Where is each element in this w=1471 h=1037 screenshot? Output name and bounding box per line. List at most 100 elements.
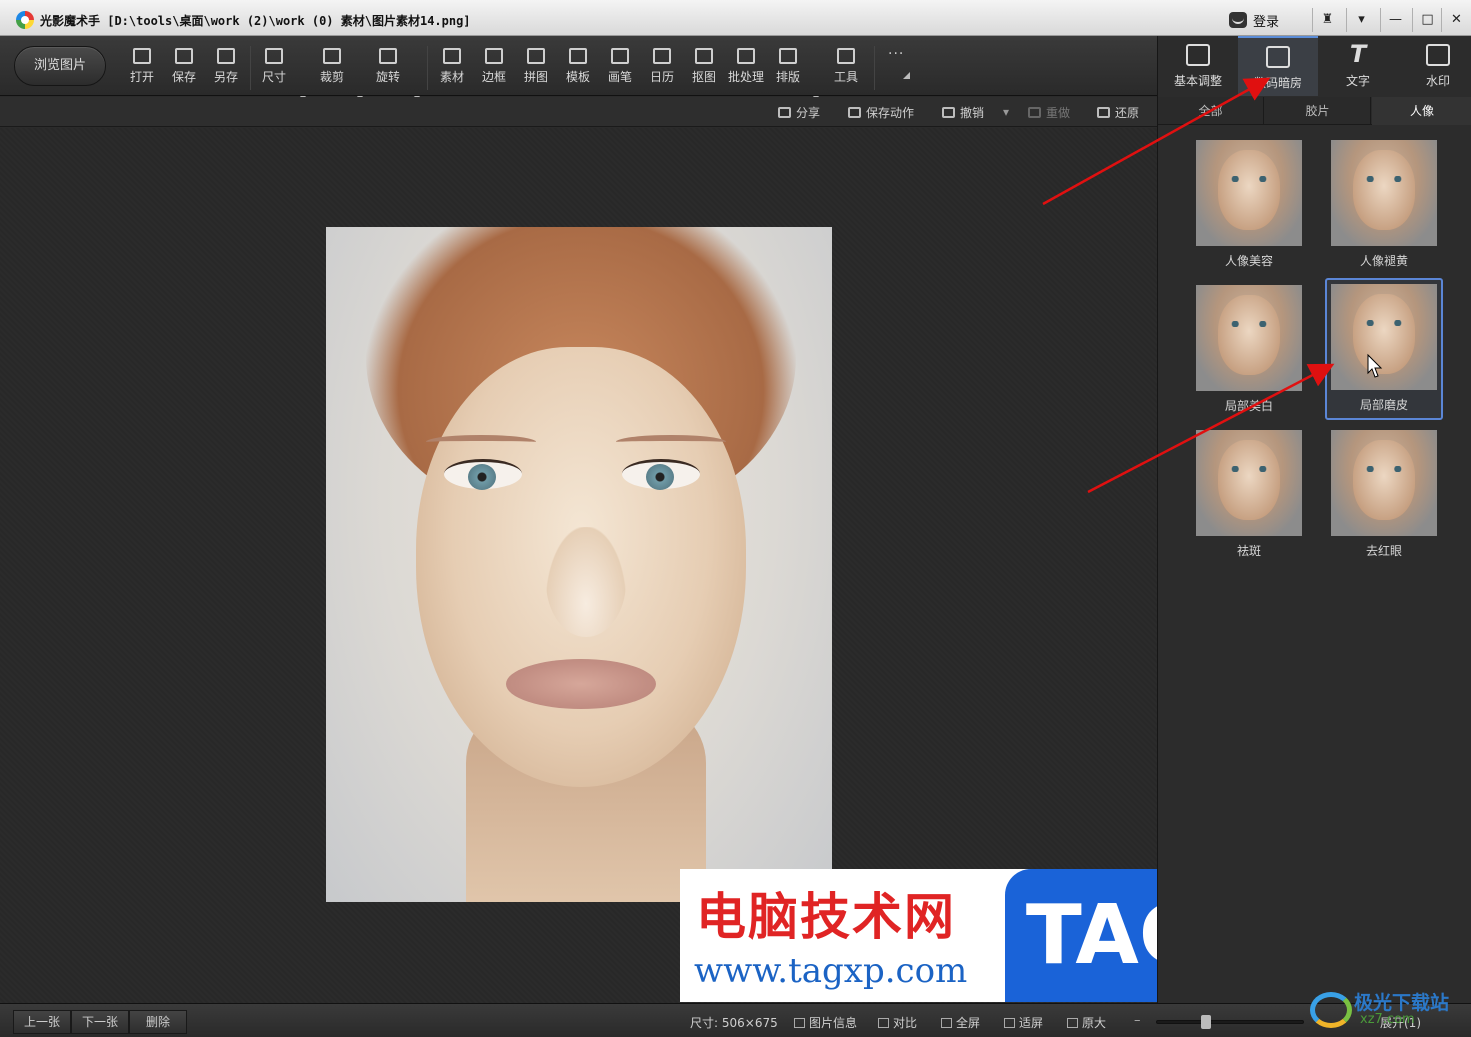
frame-button[interactable]: 边框 <box>474 46 514 90</box>
skin-button[interactable]: ♜ <box>1312 8 1342 32</box>
right-iris <box>646 464 674 490</box>
tab-digital-darkroom[interactable]: 数码暗房 <box>1238 36 1318 96</box>
image-size-text: 尺寸: 506×675 <box>690 1016 778 1030</box>
tab-label: 数码暗房 <box>1253 76 1302 90</box>
watermark-url: www.tagxp.com <box>694 951 968 991</box>
redo-label: 重做 <box>1046 105 1071 120</box>
more-tools-button[interactable]: ··· <box>888 46 904 62</box>
open-icon <box>133 48 151 64</box>
right-eyebrow <box>616 435 726 449</box>
compare-button[interactable]: 对比 <box>878 1014 917 1031</box>
share-button[interactable]: 分享 <box>778 103 820 121</box>
zoom-slider-handle[interactable] <box>1201 1015 1211 1029</box>
save-as-button[interactable]: 另存 <box>206 46 246 90</box>
delete-button[interactable]: 删除 <box>129 1010 187 1034</box>
save-action-label: 保存动作 <box>866 105 915 120</box>
image-info-button[interactable]: 图片信息 <box>794 1014 857 1031</box>
menu-dropdown-button[interactable]: ▾ <box>1346 8 1376 32</box>
crop-label: 裁剪 <box>319 70 344 84</box>
original-size-button[interactable]: 原大 <box>1067 1014 1106 1031</box>
effect-local-smoothing[interactable]: 局部磨皮 <box>1325 278 1443 420</box>
prev-image-button[interactable]: 上一张 <box>13 1010 71 1034</box>
collage-button[interactable]: 拼图 <box>516 46 556 90</box>
effect-label: 人像美容 <box>1224 254 1273 268</box>
effect-label: 局部磨皮 <box>1359 398 1408 412</box>
login-button[interactable]: 登录 <box>1229 8 1279 32</box>
text-icon: T <box>1349 40 1367 68</box>
fullscreen-button[interactable]: 全屏 <box>941 1014 980 1031</box>
calendar-icon <box>653 48 671 64</box>
status-bar: 上一张 下一张 删除 尺寸: 506×675 图片信息 对比 全屏 适屏 原大 … <box>0 1003 1471 1037</box>
image-info-label: 图片信息 <box>809 1016 858 1030</box>
toolbar-divider <box>250 46 251 90</box>
subtab-film[interactable]: 胶片 <box>1265 97 1371 125</box>
save-action-icon <box>848 106 861 118</box>
action-bar: 分享 保存动作 撤销 ▾ 重做 还原 <box>0 97 1157 127</box>
open-label: 打开 <box>129 70 154 84</box>
restore-icon <box>1097 106 1110 118</box>
tab-label: 文字 <box>1345 74 1370 88</box>
tools-label: 工具 <box>833 70 858 84</box>
save-icon <box>175 48 193 64</box>
material-icon <box>443 48 461 64</box>
effect-thumbnail <box>1196 140 1302 246</box>
subtab-all[interactable]: 全部 <box>1158 97 1264 125</box>
calendar-button[interactable]: 日历 <box>642 46 682 90</box>
frame-label: 边框 <box>481 70 506 84</box>
effect-portrait-beauty[interactable]: 人像美容 <box>1190 136 1308 278</box>
save-action-button[interactable]: 保存动作 <box>848 103 914 121</box>
camera-icon <box>1266 46 1290 68</box>
brush-button[interactable]: 画笔 <box>600 46 640 90</box>
effect-freckle-removal[interactable]: 祛斑 <box>1190 426 1308 568</box>
material-button[interactable]: 素材 <box>432 46 472 90</box>
undo-button[interactable]: 撤销 ▾ <box>942 103 1009 121</box>
compare-icon <box>878 1017 889 1028</box>
undo-dropdown-icon[interactable]: ▾ <box>1003 105 1009 119</box>
effect-portrait-deyellow[interactable]: 人像褪黄 <box>1325 136 1443 278</box>
rotate-button[interactable]: 旋转 <box>368 46 408 90</box>
template-button[interactable]: 模板 <box>558 46 598 90</box>
batch-label: 批处理 <box>727 70 764 84</box>
effect-thumbnail <box>1331 140 1437 246</box>
maximize-button[interactable]: □ <box>1412 8 1442 32</box>
effect-red-eye-removal[interactable]: 去红眼 <box>1325 426 1443 568</box>
zoom-slider[interactable] <box>1156 1015 1304 1029</box>
crop-button[interactable]: 裁剪 <box>312 46 352 90</box>
layout-button[interactable]: 排版 <box>768 46 808 90</box>
tab-basic-adjust[interactable]: 基本调整 <box>1158 36 1238 96</box>
left-iris <box>468 464 496 490</box>
subtab-portrait[interactable]: 人像 <box>1372 97 1471 125</box>
lips <box>506 659 656 709</box>
fit-icon <box>1004 1017 1015 1028</box>
effect-thumbnail <box>1331 284 1437 390</box>
tab-label: 基本调整 <box>1173 74 1222 88</box>
save-label: 保存 <box>171 70 196 84</box>
redo-button[interactable]: 重做 <box>1028 103 1070 121</box>
tab-text[interactable]: T 文字 <box>1318 36 1398 96</box>
fit-screen-button[interactable]: 适屏 <box>1004 1014 1043 1031</box>
tab-watermark[interactable]: 水印 <box>1398 36 1471 96</box>
close-button[interactable]: ✕ <box>1441 8 1471 32</box>
tools-button[interactable]: 工具 <box>826 46 866 90</box>
site-logo-name: 极光下载站 <box>1354 992 1450 1014</box>
effect-local-whitening[interactable]: 局部美白 <box>1190 281 1308 423</box>
effect-label: 人像褪黄 <box>1359 254 1408 268</box>
cutout-button[interactable]: 抠图 <box>684 46 724 90</box>
save-button[interactable]: 保存 <box>164 46 204 90</box>
restore-button[interactable]: 还原 <box>1097 103 1139 121</box>
browse-images-button[interactable]: 浏览图片 <box>14 46 106 86</box>
open-button[interactable]: 打开 <box>122 46 162 90</box>
next-image-button[interactable]: 下一张 <box>71 1010 129 1034</box>
effect-thumbnail <box>1196 430 1302 536</box>
wrench-icon <box>837 48 855 64</box>
zoom-out-button[interactable]: – <box>1134 1013 1141 1028</box>
resize-button[interactable]: 尺寸 <box>254 46 294 90</box>
minimize-button[interactable]: — <box>1380 8 1410 32</box>
right-panel: 基本调整 数码暗房 T 文字 水印 全部 胶片 人像 人像美容 人像褪黄 局部美白… <box>1157 36 1471 1003</box>
right-eye <box>622 459 700 490</box>
share-icon <box>778 106 791 118</box>
batch-button[interactable]: 批处理 <box>726 46 766 90</box>
share-label: 分享 <box>796 105 821 120</box>
more-corner-icon[interactable] <box>903 72 910 79</box>
calendar-label: 日历 <box>649 70 674 84</box>
